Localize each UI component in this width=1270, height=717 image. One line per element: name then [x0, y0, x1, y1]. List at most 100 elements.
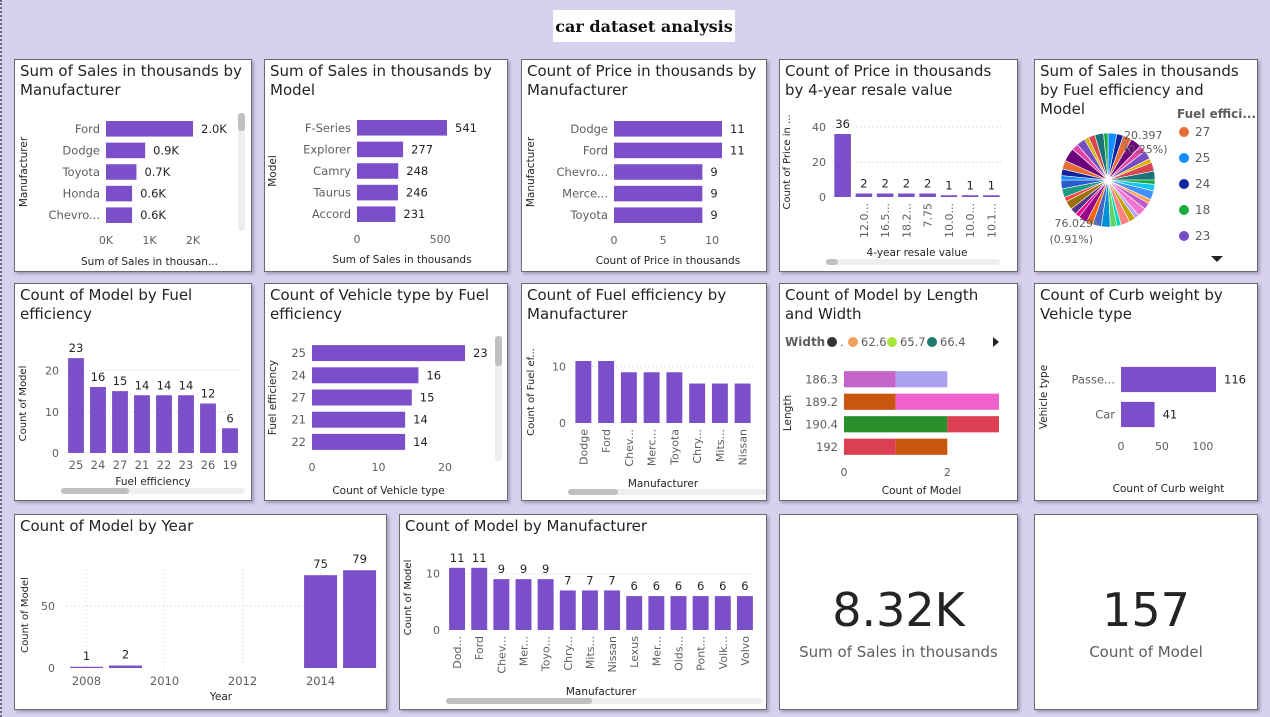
data-label: 36	[835, 117, 850, 131]
data-label: 14	[179, 378, 194, 392]
bar	[70, 666, 104, 668]
chart-price-count-by-manufacturer[interactable]: Count of Price in thousands by Manufactu…	[521, 59, 767, 272]
y-tick-label: Dodge	[570, 122, 608, 136]
x-tick-label: 1K	[142, 234, 157, 247]
x-tick-label: 18.2...	[900, 203, 913, 238]
bar	[559, 590, 576, 630]
x-tick-label: Toyota	[668, 429, 681, 466]
chart-model-by-year[interactable]: Count of Model by Year 0 50 2008 2010 2012 20…	[14, 514, 387, 710]
y-tick-label: 189.2	[805, 395, 838, 409]
x-tick-label: 50	[1155, 440, 1169, 453]
y-tick-label: Toyota	[61, 165, 100, 179]
data-label: 9	[542, 562, 549, 576]
x-tick-label: 2008	[72, 674, 101, 688]
scrollbar-thumb	[238, 113, 245, 131]
data-label: 9	[710, 208, 717, 222]
y-tick-label: 10	[552, 361, 566, 374]
data-label: 41	[1163, 408, 1178, 422]
data-label: 6	[631, 579, 638, 593]
x-axis-title: Sum of Sales in thousan...	[81, 256, 218, 268]
bar	[614, 142, 722, 159]
y-tick-label: Passe...	[1072, 373, 1116, 387]
data-label: 0.7K	[144, 165, 170, 179]
x-tick-label: 0	[841, 466, 848, 479]
bar	[106, 185, 133, 202]
bar	[898, 193, 915, 197]
chart-fuel-efficiency-by-manufacturer[interactable]: Count of Fuel efficiency by Manufacturer…	[521, 283, 767, 501]
chart-svg: 0 50 100 Passe... 116 Car 41 Count of Curb weig…	[1038, 365, 1246, 495]
y-tick-label: 0	[52, 447, 59, 460]
bar	[734, 383, 751, 423]
legend-marker	[827, 337, 837, 347]
y-tick-label: 40	[812, 121, 826, 134]
data-label: 23	[69, 341, 84, 355]
y-tick-label: 0	[433, 624, 440, 637]
bar	[648, 596, 665, 630]
chart-price-count-by-resale[interactable]: Count of Price in thousands by 4-year re…	[779, 59, 1018, 272]
bar	[643, 372, 660, 423]
bar	[670, 596, 687, 630]
x-tick-label: 24	[91, 458, 106, 472]
y-tick-label: 190.4	[805, 417, 838, 431]
bar	[312, 367, 419, 384]
data-label: 9	[710, 187, 717, 201]
bar	[581, 590, 598, 630]
x-tick-label: Chev...	[495, 636, 508, 674]
y-tick-label: 0	[819, 191, 826, 204]
y-tick-label: Chevro...	[49, 208, 100, 222]
data-label: 2	[860, 177, 867, 191]
bar	[666, 372, 683, 423]
data-label: 6	[741, 579, 748, 593]
chart-sales-by-manufacturer[interactable]: Sum of Sales in thousands by Manufacture…	[14, 59, 252, 272]
chart-model-by-manufacturer[interactable]: Count of Model by Manufacturer 0 10 11 Dod.…	[399, 514, 767, 710]
x-tick-label: Dod...	[451, 636, 464, 669]
y-axis-title: Count of Model	[18, 366, 29, 442]
x-tick-label: 0K	[99, 234, 114, 247]
y-tick-label: Ford	[75, 122, 100, 136]
bar	[961, 195, 979, 197]
bar	[692, 596, 709, 630]
chart-sales-by-model[interactable]: Sum of Sales in thousands by Model 0 500 F…	[264, 59, 508, 272]
chart-model-by-length-width[interactable]: Count of Model by Length and Width 0 2 186…	[779, 283, 1018, 501]
bar	[106, 121, 193, 137]
x-tick-label: 10	[372, 461, 386, 474]
x-tick-label: Olds...	[673, 636, 686, 671]
chart-curb-weight-by-vehicle-type[interactable]: Count of Curb weight by Vehicle type 0 50…	[1034, 283, 1258, 501]
bar-segment	[895, 438, 948, 455]
x-tick-label: 2K	[186, 234, 201, 247]
bar	[876, 193, 894, 197]
legend-label: 23	[1195, 229, 1210, 243]
chart-model-by-fuel-efficiency[interactable]: Count of Model by Fuel efficiency 0 10 20 2…	[14, 283, 252, 501]
y-tick-label: Ford	[583, 143, 608, 157]
y-tick-label: 0	[48, 662, 55, 675]
bar	[106, 207, 133, 223]
kpi-label: Sum of Sales in thousands	[799, 643, 998, 661]
x-tick-label: 500	[430, 233, 451, 246]
chart-vehicle-type-by-fuel-efficiency[interactable]: Count of Vehicle type by Fuel efficiency…	[264, 283, 508, 501]
x-tick-label: Nissan	[606, 636, 619, 672]
data-label: 2	[924, 177, 931, 191]
bar	[357, 184, 398, 201]
x-tick-label: Volk...	[717, 636, 730, 669]
data-label-pct: (0.91%)	[1049, 233, 1093, 246]
legend-marker	[1179, 153, 1189, 163]
bar	[357, 163, 399, 179]
y-tick-label: 25	[291, 346, 306, 360]
x-tick-label: 16.5...	[879, 203, 892, 238]
data-label: 7	[608, 573, 615, 587]
kpi-card-model-count[interactable]: 157 Count of Model	[1034, 514, 1258, 710]
x-tick-label: 22	[157, 458, 172, 472]
kpi-card-sales[interactable]: 8.32K Sum of Sales in thousands	[779, 514, 1018, 710]
data-label: 14	[135, 378, 150, 392]
x-tick-label: Dodge	[577, 429, 590, 465]
y-tick-label: Camry	[313, 164, 351, 178]
x-tick-label: Nissan	[737, 429, 750, 465]
chart-sales-pie-fuel-model[interactable]: Sum of Sales in thousands by Fuel effici…	[1034, 59, 1258, 272]
x-tick-label: 0	[354, 233, 361, 246]
legend-marker	[1179, 205, 1189, 215]
bar	[1121, 401, 1155, 428]
bar	[357, 120, 447, 136]
y-tick-label: F-Series	[305, 121, 351, 135]
scrollbar-thumb	[568, 489, 618, 495]
y-tick-label: Chevro...	[557, 165, 608, 179]
